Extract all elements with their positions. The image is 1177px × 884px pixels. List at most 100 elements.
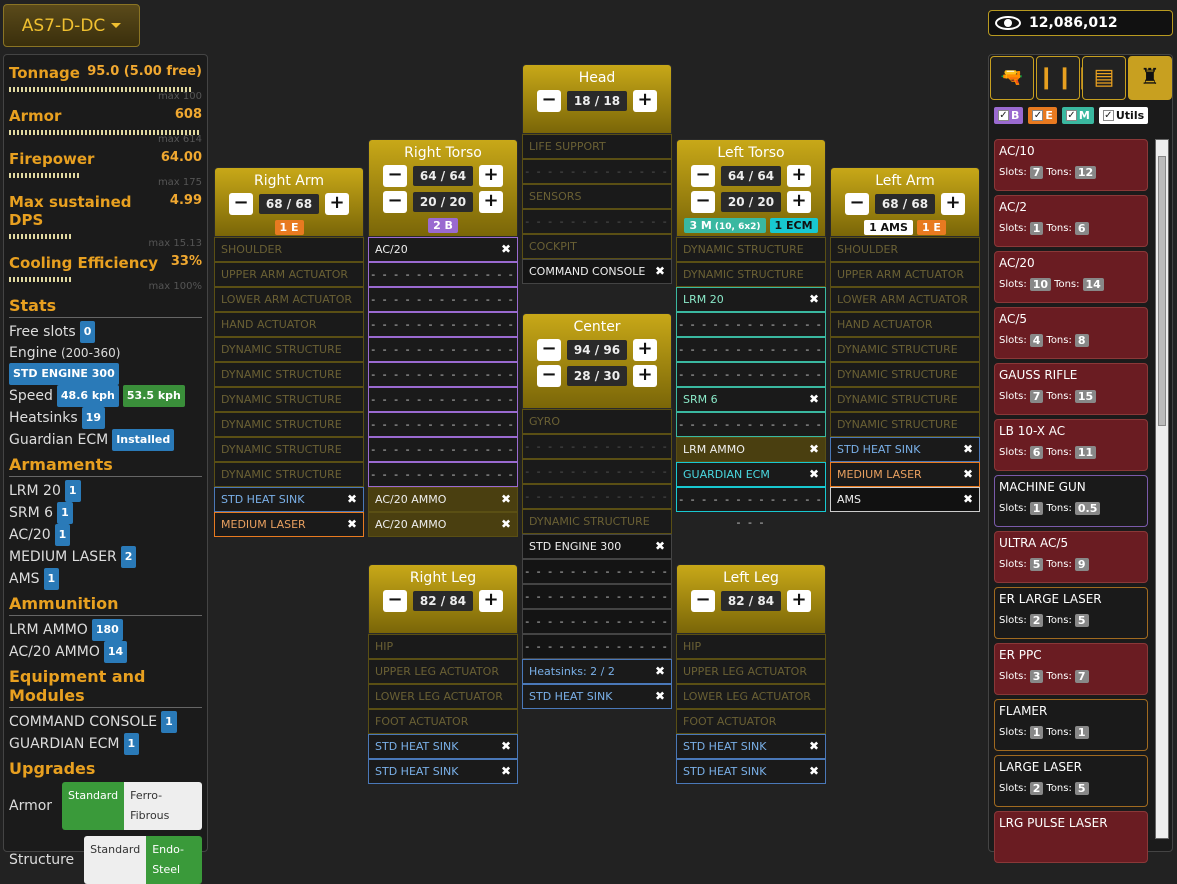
armor-type-toggle[interactable]: Standard Ferro-Fibrous (62, 782, 202, 830)
armor-category-icon[interactable]: ▤ (1082, 56, 1126, 100)
decrease-armor-button[interactable]: − (691, 590, 715, 612)
equipment-slot[interactable]: STD ENGINE 300 ✖ (522, 534, 672, 559)
increase-armor-button[interactable]: + (941, 193, 965, 215)
decrease-armor-button[interactable]: − (383, 165, 407, 187)
remove-icon[interactable]: ✖ (655, 260, 665, 283)
equipment-slot[interactable]: MEDIUM LASER ✖ (214, 512, 364, 537)
empty-slot[interactable]: - - - - - - - - - - - - - - - - (522, 584, 672, 626)
decrease-armor-button[interactable]: − (537, 365, 561, 387)
equipment-slot[interactable]: STD HEAT SINK ✖ (676, 759, 826, 784)
empty-slot[interactable]: - - - - - - - - - - - - - - - - (676, 487, 826, 529)
remove-icon[interactable]: ✖ (809, 388, 819, 411)
remove-icon[interactable]: ✖ (501, 488, 511, 511)
weapon-card-ultra-ac-5[interactable]: ULTRA AC/5 Slots: 5 Tons: 9 (994, 531, 1148, 583)
remove-icon[interactable]: ✖ (809, 438, 819, 461)
remove-icon[interactable]: ✖ (809, 288, 819, 311)
checkbox-icon[interactable]: ✓ (1032, 110, 1044, 121)
weapon-card-lrg-pulse-laser[interactable]: LRG PULSE LASER (994, 811, 1148, 863)
remove-icon[interactable]: ✖ (963, 438, 973, 461)
equipment-slot[interactable]: STD HEAT SINK ✖ (214, 487, 364, 512)
equipment-slot[interactable]: MEDIUM LASER ✖ (830, 462, 980, 487)
weapon-card-er-ppc[interactable]: ER PPC Slots: 3 Tons: 7 (994, 643, 1148, 695)
weapon-list-scrollbar[interactable] (1155, 139, 1169, 839)
weapon-card-ac-2[interactable]: AC/2 Slots: 1 Tons: 6 (994, 195, 1148, 247)
filter-e[interactable]: ✓ E (1028, 107, 1057, 124)
weapon-card-machine-gun[interactable]: MACHINE GUN Slots: 1 Tons: 0.5 (994, 475, 1148, 527)
equipment-slot[interactable]: AC/20 ✖ (368, 237, 518, 262)
weapons-category-icon[interactable]: 🔫 (990, 56, 1034, 100)
decrease-armor-button[interactable]: − (537, 90, 561, 112)
structure-type-toggle[interactable]: Standard Endo-Steel (84, 836, 202, 884)
equipment-slot[interactable]: Heatsinks: 2 / 2 ✖ (522, 659, 672, 684)
increase-armor-button[interactable]: + (325, 193, 349, 215)
remove-icon[interactable]: ✖ (347, 488, 357, 511)
increase-armor-button[interactable]: + (633, 365, 657, 387)
empty-slot[interactable]: - - - - - - - - - - - - - - - - (368, 262, 518, 304)
armor-ferro-option[interactable]: Ferro-Fibrous (124, 782, 202, 830)
weapon-card-flamer[interactable]: FLAMER Slots: 1 Tons: 1 (994, 699, 1148, 751)
remove-icon[interactable]: ✖ (655, 535, 665, 558)
empty-slot[interactable]: - - - - - - - - - - - - - - - - (368, 287, 518, 329)
empty-slot[interactable]: - - - - - - - - - - - - - - - - (676, 412, 826, 454)
weapon-card-er-large-laser[interactable]: ER LARGE LASER Slots: 2 Tons: 5 (994, 587, 1148, 639)
empty-slot[interactable]: - - - - - - - - - - - - - - - - (368, 362, 518, 404)
decrease-armor-button[interactable]: − (845, 193, 869, 215)
remove-icon[interactable]: ✖ (963, 463, 973, 486)
equipment-slot[interactable]: LRM AMMO ✖ (676, 437, 826, 462)
equipment-slot[interactable]: AC/20 AMMO ✖ (368, 487, 518, 512)
weapon-card-ac-10[interactable]: AC/10 Slots: 7 Tons: 12 (994, 139, 1148, 191)
decrease-armor-button[interactable]: − (383, 590, 407, 612)
remove-icon[interactable]: ✖ (347, 513, 357, 536)
decrease-armor-button[interactable]: − (691, 191, 715, 213)
decrease-armor-button[interactable]: − (691, 165, 715, 187)
equipment-slot[interactable]: STD HEAT SINK ✖ (830, 437, 980, 462)
empty-slot[interactable]: - - - - - - - - - - - - - - - - (368, 312, 518, 354)
equipment-slot[interactable]: STD HEAT SINK ✖ (368, 734, 518, 759)
checkbox-icon[interactable]: ✓ (998, 110, 1009, 121)
remove-icon[interactable]: ✖ (501, 735, 511, 758)
armor-standard-option[interactable]: Standard (62, 782, 125, 830)
filter-b[interactable]: ✓ B (994, 107, 1024, 124)
increase-armor-button[interactable]: + (787, 165, 811, 187)
remove-icon[interactable]: ✖ (809, 735, 819, 758)
equipment-slot[interactable]: COMMAND CONSOLE ✖ (522, 259, 672, 284)
empty-slot[interactable]: - - - - - - - - - - - - - - - - (368, 387, 518, 429)
equipment-slot[interactable]: STD HEAT SINK ✖ (522, 684, 672, 709)
empty-slot[interactable]: - - - - - - - - - - - - - - - - (368, 437, 518, 479)
decrease-armor-button[interactable]: − (537, 339, 561, 361)
empty-slot[interactable]: - - - - - - - - - - - - - - - - (368, 337, 518, 379)
mech-selector-button[interactable]: AS7-D-DC (3, 4, 140, 47)
empty-slot[interactable]: - - - - - - - - - - - - - - - - (676, 362, 826, 404)
remove-icon[interactable]: ✖ (809, 760, 819, 783)
equipment-slot[interactable]: STD HEAT SINK ✖ (676, 734, 826, 759)
mech-category-icon[interactable]: ♜ (1128, 56, 1172, 100)
equipment-slot[interactable]: AMS ✖ (830, 487, 980, 512)
weapon-card-ac-5[interactable]: AC/5 Slots: 4 Tons: 8 (994, 307, 1148, 359)
equipment-slot[interactable]: GUARDIAN ECM ✖ (676, 462, 826, 487)
structure-endo-option[interactable]: Endo-Steel (146, 836, 202, 884)
checkbox-icon[interactable]: ✓ (1065, 110, 1077, 121)
structure-standard-option[interactable]: Standard (84, 836, 147, 884)
ammo-category-icon[interactable]: ❙❙❙ (1036, 56, 1092, 100)
increase-armor-button[interactable]: + (633, 90, 657, 112)
decrease-armor-button[interactable]: − (229, 193, 253, 215)
filter-utils[interactable]: ✓ Utils (1098, 107, 1149, 124)
remove-icon[interactable]: ✖ (655, 685, 665, 708)
remove-icon[interactable]: ✖ (655, 660, 665, 683)
increase-armor-button[interactable]: + (479, 590, 503, 612)
empty-slot[interactable]: - - - - - - - - - - - - - - - - (522, 634, 672, 676)
empty-slot[interactable]: - - - - - - - - - - - - - - - - (368, 462, 518, 504)
checkbox-icon[interactable]: ✓ (1102, 110, 1114, 121)
empty-slot[interactable]: - - - - - - - - - - - - - - - - (522, 559, 672, 601)
empty-slot[interactable]: - - - - - - - - - - - - - - - - (676, 312, 826, 354)
weapon-card-large-laser[interactable]: LARGE LASER Slots: 2 Tons: 5 (994, 755, 1148, 807)
increase-armor-button[interactable]: + (479, 165, 503, 187)
increase-armor-button[interactable]: + (787, 191, 811, 213)
empty-slot[interactable]: - - - - - - - - - - - - - - - - (368, 412, 518, 454)
equipment-slot[interactable]: AC/20 AMMO ✖ (368, 512, 518, 537)
remove-icon[interactable]: ✖ (501, 513, 511, 536)
empty-slot[interactable]: - - - - - - - - - - - - - - - - (676, 337, 826, 379)
increase-armor-button[interactable]: + (787, 590, 811, 612)
equipment-slot[interactable]: SRM 6 ✖ (676, 387, 826, 412)
remove-icon[interactable]: ✖ (809, 463, 819, 486)
